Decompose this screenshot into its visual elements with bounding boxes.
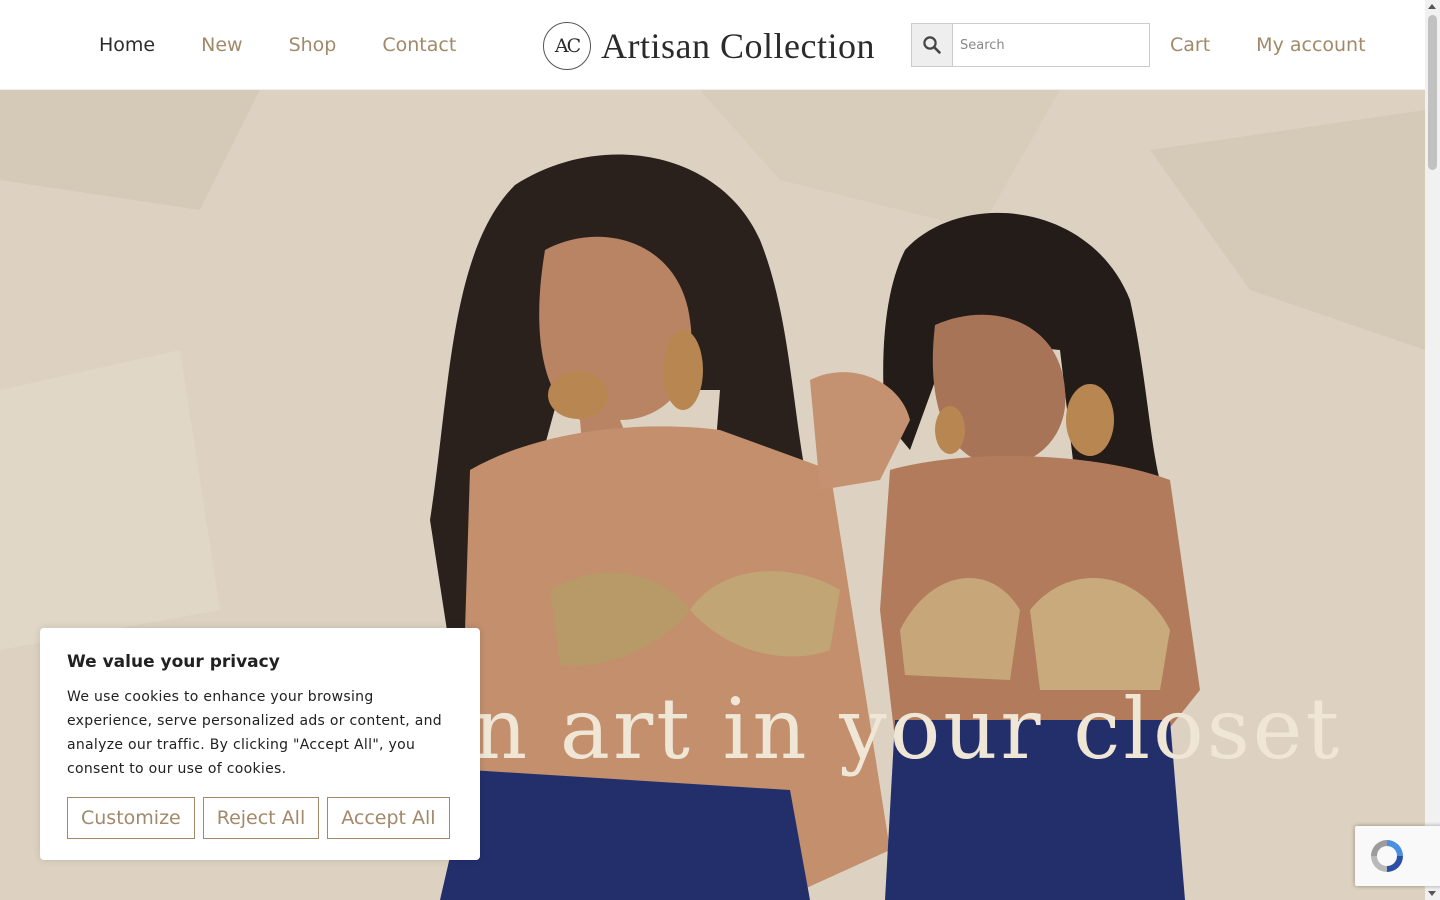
- account-nav: Cart My account: [1170, 0, 1412, 90]
- nav-home-link[interactable]: Home: [99, 34, 155, 56]
- nav-my-account-link[interactable]: My account: [1256, 34, 1365, 56]
- cookie-description: We use cookies to enhance your browsing …: [67, 689, 442, 777]
- scroll-up-arrow-icon[interactable]: [1428, 4, 1436, 9]
- search-input[interactable]: [953, 24, 1149, 66]
- search-icon: [923, 36, 941, 54]
- logo-wordmark: Artisan Collection: [601, 26, 875, 66]
- search-button[interactable]: [912, 24, 953, 66]
- customize-button[interactable]: Customize: [67, 797, 195, 839]
- site-header: Home New Shop Contact AC Artisan Collect…: [0, 0, 1425, 90]
- recaptcha-badge[interactable]: [1355, 826, 1440, 886]
- nav-contact-link[interactable]: Contact: [382, 34, 456, 56]
- cookie-button-group: Customize Reject All Accept All: [67, 797, 458, 839]
- nav-shop-link[interactable]: Shop: [289, 34, 337, 56]
- cookie-consent-banner: We value your privacy We use cookies to …: [40, 628, 480, 860]
- logo-monogram: AC: [543, 22, 591, 70]
- hero-tagline: an art in your closet: [420, 680, 1343, 778]
- reject-all-button[interactable]: Reject All: [202, 797, 320, 839]
- nav-cart-link[interactable]: Cart: [1170, 34, 1210, 56]
- search-form: [911, 23, 1150, 67]
- accept-all-button[interactable]: Accept All: [327, 797, 450, 839]
- primary-nav: Home New Shop Contact: [99, 0, 502, 90]
- recaptcha-icon: [1371, 840, 1403, 872]
- scroll-down-arrow-icon[interactable]: [1428, 891, 1436, 896]
- logo-monogram-text: AC: [554, 35, 581, 57]
- scroll-thumb[interactable]: [1428, 15, 1437, 170]
- site-logo[interactable]: AC Artisan Collection: [543, 22, 875, 70]
- cookie-title: We value your privacy: [67, 652, 280, 672]
- nav-new-link[interactable]: New: [201, 34, 242, 56]
- page-scrollbar[interactable]: [1425, 0, 1440, 900]
